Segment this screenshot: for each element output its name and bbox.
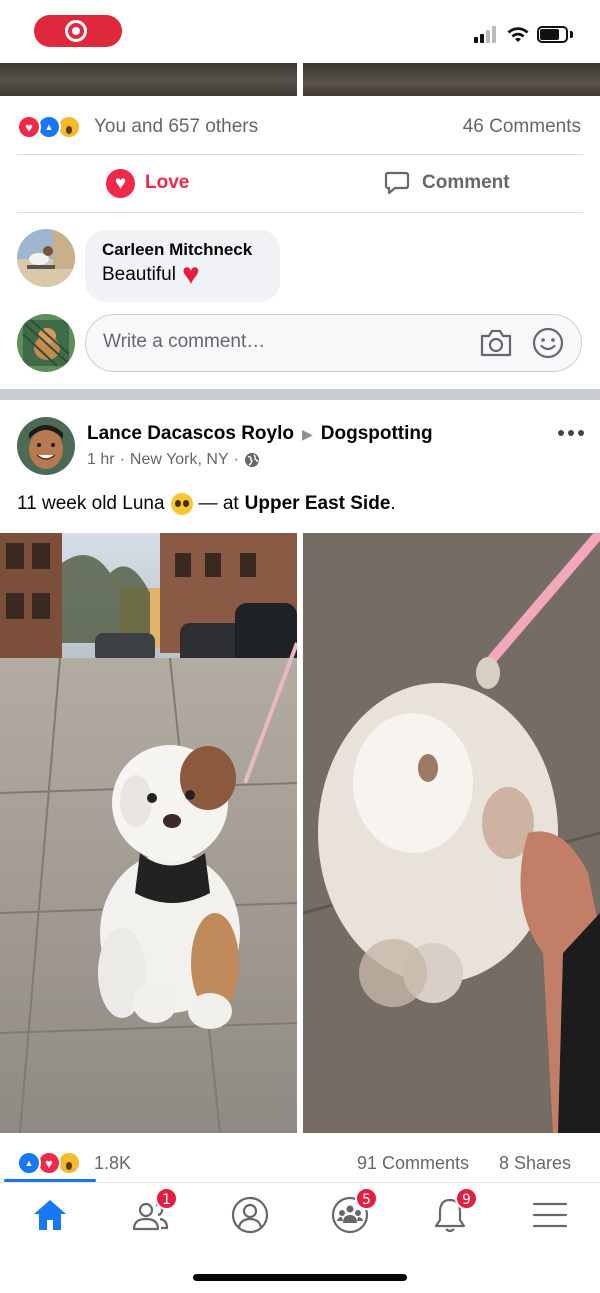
post-reactions-row: 1.8K 91 Comments 8 Shares <box>0 1148 600 1180</box>
love-icon <box>106 168 135 198</box>
red-heart-emoji-icon: ♥ <box>181 258 200 291</box>
notifications-badge: 9 <box>455 1187 478 1210</box>
caption-place-link[interactable]: Upper East Side <box>245 492 391 516</box>
emoji-icon[interactable] <box>532 327 564 359</box>
reaction-icons[interactable] <box>17 1151 91 1175</box>
home-icon <box>34 1200 66 1230</box>
post-author[interactable]: Lance Dacascos Roylo <box>87 422 294 446</box>
post-group[interactable]: Dogspotting <box>321 422 433 446</box>
post-action-bar: Love Comment <box>0 154 600 212</box>
screen-recording-indicator[interactable] <box>34 15 122 47</box>
commenter-avatar[interactable] <box>17 229 75 287</box>
tab-notifications[interactable]: 9 <box>430 1187 478 1235</box>
camera-icon[interactable] <box>479 328 513 358</box>
bottom-tab-bar: 1 5 9 <box>0 1182 600 1242</box>
post-time[interactable]: 1 hr <box>87 450 115 470</box>
arrow-right-icon: ▶ <box>301 426 313 442</box>
post-header: Lance Dacascos Roylo ▶ Dogspotting 1 hr … <box>0 400 600 490</box>
post-shares-count[interactable]: 8 Shares <box>499 1151 571 1175</box>
tab-menu[interactable] <box>530 1195 570 1235</box>
caption-at: — at <box>198 493 239 514</box>
tab-groups[interactable]: 5 <box>330 1187 378 1235</box>
comments-count[interactable]: 46 Comments <box>463 115 581 139</box>
status-bar <box>0 0 600 62</box>
post-location[interactable]: New York, NY <box>130 450 229 470</box>
caption-period: . <box>390 493 396 514</box>
friends-badge: 1 <box>155 1187 178 1210</box>
previous-post-photos[interactable] <box>0 63 600 96</box>
poster-avatar[interactable] <box>17 417 75 475</box>
tab-profile[interactable] <box>230 1195 270 1235</box>
post-comments-count[interactable]: 91 Comments <box>357 1151 469 1175</box>
love-button[interactable]: Love <box>106 168 189 198</box>
reaction-icons[interactable] <box>17 115 91 139</box>
love-reaction-icon <box>17 115 41 139</box>
previous-photo-right[interactable] <box>303 63 600 96</box>
comment-button[interactable]: Comment <box>384 168 510 198</box>
pleading-face-emoji-icon <box>170 493 193 515</box>
puppy-photo-left[interactable] <box>0 533 297 1133</box>
post-photos <box>0 533 600 1133</box>
tab-friends[interactable]: 1 <box>130 1187 178 1235</box>
comment-button-label: Comment <box>422 172 510 193</box>
battery-icon <box>537 26 573 43</box>
love-button-label: Love <box>145 172 190 193</box>
groups-badge: 5 <box>355 1187 378 1210</box>
write-comment-field[interactable]: Write a comment… <box>85 314 582 372</box>
globe-icon <box>244 453 259 467</box>
puppy-photo-right[interactable] <box>303 533 600 1133</box>
more-options-icon[interactable] <box>558 430 584 438</box>
divider <box>17 212 583 213</box>
cellular-signal-icon <box>474 25 500 43</box>
home-indicator[interactable] <box>193 1274 407 1281</box>
post-caption: 11 week old Luna — at Upper East Side. <box>17 492 396 516</box>
previous-post-reactions-row: You and 657 others 46 Comments <box>0 98 600 154</box>
tab-home[interactable] <box>30 1195 70 1235</box>
caption-text: 11 week old Luna <box>17 493 165 514</box>
wifi-icon <box>507 27 529 42</box>
comment-text: Beautiful <box>102 264 176 285</box>
comment-icon <box>384 171 410 195</box>
record-icon <box>65 20 87 42</box>
like-reaction-icon <box>17 1151 41 1175</box>
post-separator <box>0 389 600 400</box>
post-author-line: Lance Dacascos Roylo ▶ Dogspotting <box>87 422 433 446</box>
write-comment-placeholder: Write a comment… <box>103 331 266 352</box>
menu-icon <box>532 1202 568 1228</box>
previous-photo-left[interactable] <box>0 63 297 96</box>
reaction-count[interactable]: 1.8K <box>94 1151 131 1175</box>
my-avatar[interactable] <box>17 314 75 372</box>
comment-bubble[interactable]: Carleen Mitchneck Beautiful ♥ <box>85 230 280 302</box>
reaction-summary[interactable]: You and 657 others <box>94 115 258 139</box>
profile-icon <box>231 1196 269 1234</box>
post-meta: 1 hr · New York, NY · <box>87 450 260 470</box>
